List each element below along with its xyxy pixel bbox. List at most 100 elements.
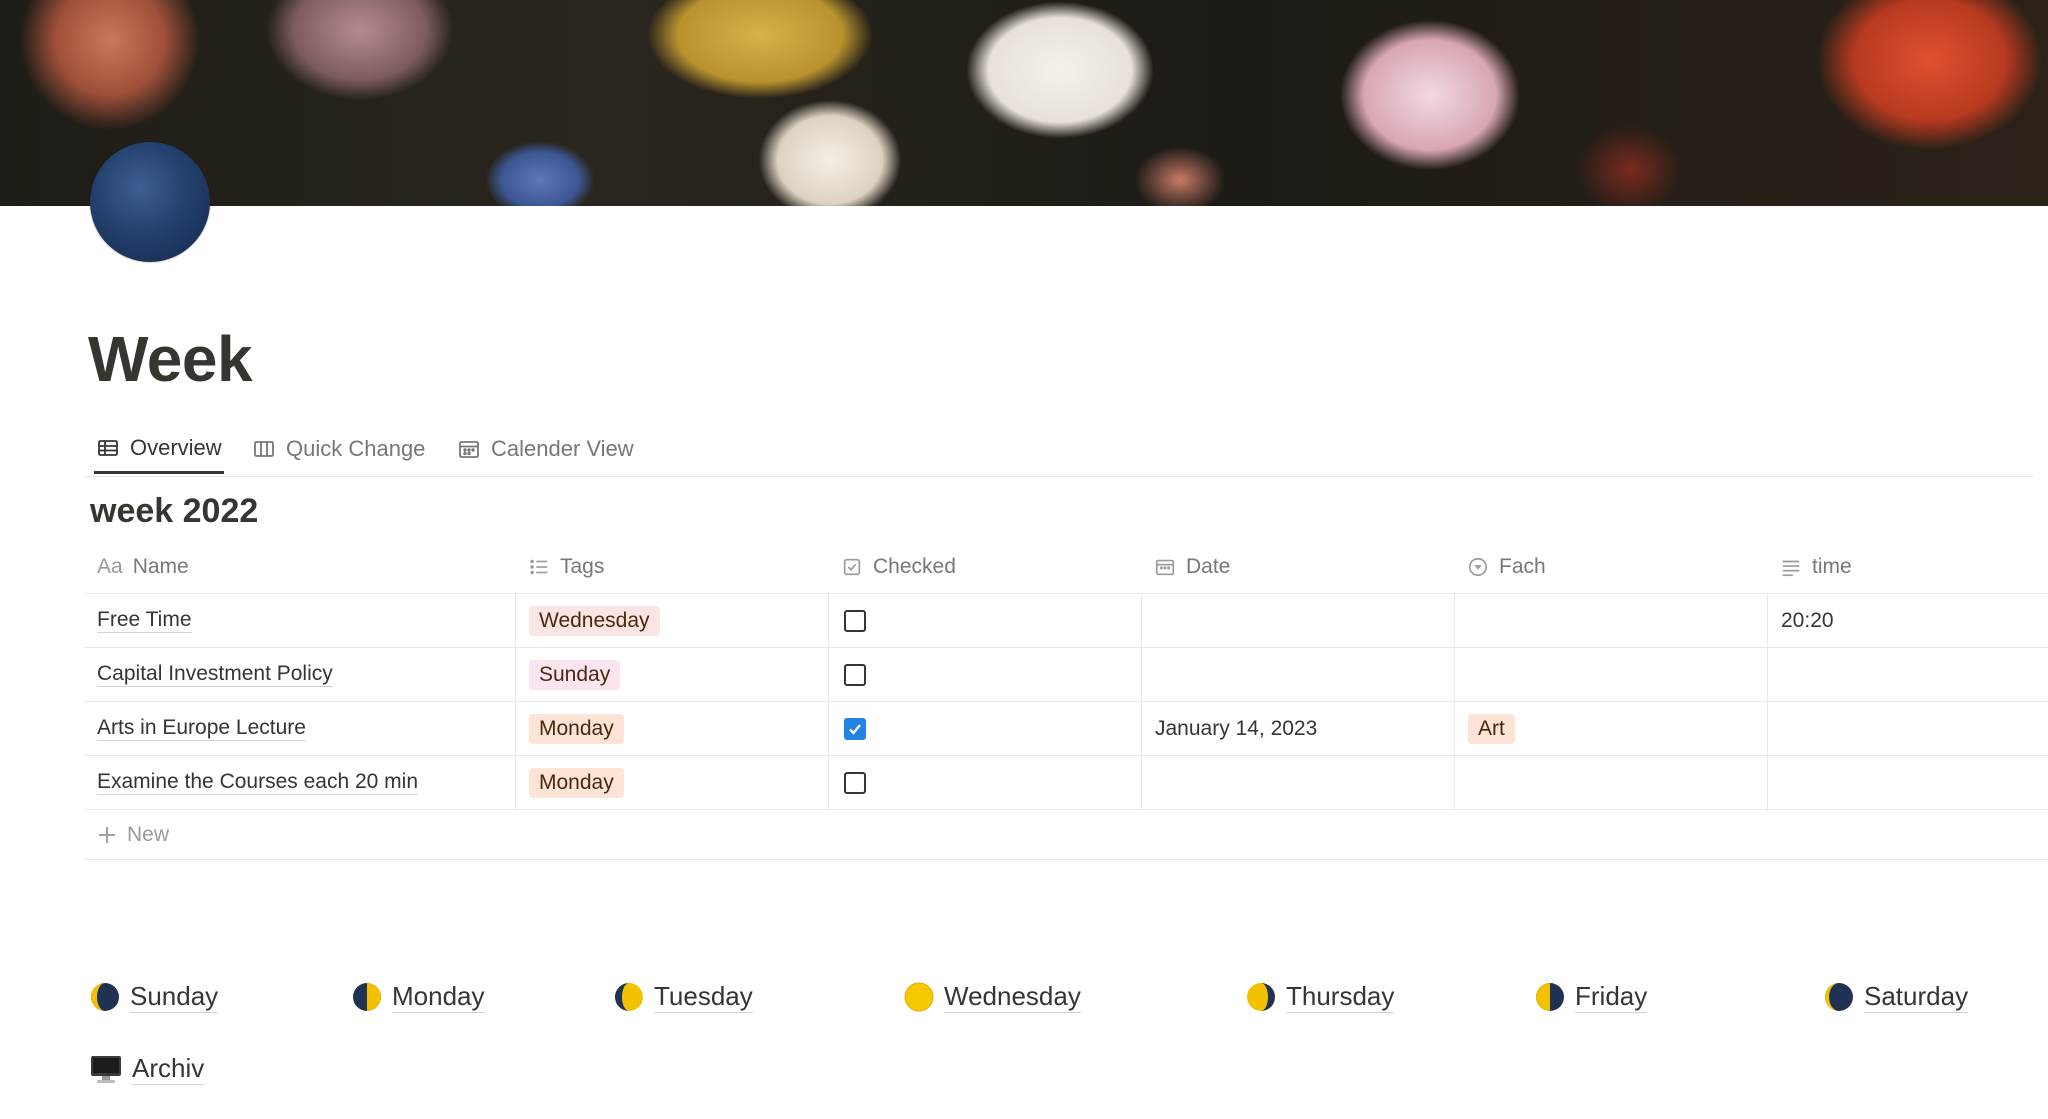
plus-icon <box>99 826 115 843</box>
check-icon <box>849 723 861 735</box>
calendar-icon <box>1155 559 1175 576</box>
database-title[interactable]: week 2022 <box>90 492 258 531</box>
page-title[interactable]: Week <box>88 322 253 396</box>
cell-name[interactable]: Arts in Europe Lecture <box>84 702 515 755</box>
day-link-thursday[interactable]: Thursday <box>1246 981 1395 1013</box>
cell-checked[interactable] <box>828 648 1141 701</box>
checkbox[interactable] <box>844 609 866 632</box>
cell-fach[interactable] <box>1454 594 1767 647</box>
view-tabs: Overview Quick Change Calender View <box>84 424 2034 477</box>
column-header-time[interactable]: time <box>1767 541 2048 593</box>
new-row[interactable]: New <box>84 810 2048 860</box>
cell-tags[interactable]: Monday <box>515 756 828 809</box>
table-row[interactable]: Free Time Wednesday 20:20 <box>84 594 2048 648</box>
cell-date[interactable]: January 14, 2023 <box>1141 702 1454 755</box>
cell-time[interactable]: 20:20 <box>1767 594 2048 647</box>
day-label: Wednesday <box>944 981 1081 1013</box>
database-table: Aa Name Tags Checked Date Fach time Free… <box>84 541 2048 860</box>
waxing-gibbous-moon-icon <box>615 983 643 1012</box>
cell-fach[interactable]: Art <box>1454 702 1767 755</box>
table-row[interactable]: Examine the Courses each 20 min Monday <box>84 756 2048 810</box>
checkbox-icon <box>843 558 861 576</box>
day-link-friday[interactable]: Friday <box>1535 981 1648 1013</box>
checkbox[interactable] <box>844 717 866 740</box>
cell-date[interactable] <box>1141 756 1454 809</box>
cell-time[interactable] <box>1767 756 2048 809</box>
column-header-tags[interactable]: Tags <box>515 541 828 593</box>
calendar-icon <box>459 441 479 458</box>
waning-gibbous-moon-icon <box>1247 983 1275 1012</box>
cell-name[interactable]: Examine the Courses each 20 min <box>84 756 515 809</box>
column-header-checked[interactable]: Checked <box>828 541 1141 593</box>
day-link-tuesday[interactable]: Tuesday <box>614 981 753 1013</box>
cell-tags[interactable]: Wednesday <box>515 594 828 647</box>
cell-date[interactable] <box>1141 594 1454 647</box>
tag-pill: Sunday <box>529 659 621 690</box>
day-link-saturday[interactable]: Saturday <box>1824 981 1969 1013</box>
table-row[interactable]: Capital Investment Policy Sunday <box>84 648 2048 702</box>
column-header-name[interactable]: Aa Name <box>84 541 515 593</box>
last-quarter-moon-icon <box>1536 983 1564 1012</box>
cell-time[interactable] <box>1767 702 2048 755</box>
table-header-row: Aa Name Tags Checked Date Fach time <box>84 541 2048 594</box>
waning-crescent-moon-icon <box>1825 983 1853 1012</box>
day-label: Friday <box>1575 981 1648 1013</box>
tab-label: Quick Change <box>286 436 426 461</box>
column-header-label: Fach <box>1499 555 1546 578</box>
cell-checked[interactable] <box>828 756 1141 809</box>
column-header-label: Tags <box>560 555 605 578</box>
select-icon <box>1468 557 1488 577</box>
row-name[interactable]: Free Time <box>97 608 192 634</box>
day-label: Tuesday <box>654 981 753 1013</box>
column-header-date[interactable]: Date <box>1141 541 1454 593</box>
column-header-label: Date <box>1186 555 1231 578</box>
tab-quick-change[interactable]: Quick Change <box>252 424 425 474</box>
cell-date[interactable] <box>1141 648 1454 701</box>
new-row-label: New <box>127 822 170 846</box>
checkbox[interactable] <box>844 663 866 686</box>
cell-tags[interactable]: Monday <box>515 702 828 755</box>
desktop-computer-icon <box>91 1056 121 1084</box>
new-row-button[interactable]: New <box>84 810 515 859</box>
column-header-fach[interactable]: Fach <box>1454 541 1767 593</box>
day-links: Sunday Monday Tuesday Wednesday Thursday <box>0 981 2048 1032</box>
cell-name[interactable]: Free Time <box>84 594 515 647</box>
full-moon-icon <box>904 982 934 1012</box>
row-name[interactable]: Capital Investment Policy <box>97 662 333 688</box>
fach-pill: Art <box>1468 713 1515 744</box>
cell-checked[interactable] <box>828 594 1141 647</box>
checkbox[interactable] <box>844 771 866 794</box>
tab-overview[interactable]: Overview <box>94 424 224 474</box>
archiv-label: Archiv <box>132 1053 205 1085</box>
day-label: Monday <box>392 981 485 1013</box>
multi-select-icon <box>530 559 548 575</box>
column-header-label: time <box>1812 555 1852 578</box>
board-icon <box>254 441 274 457</box>
table-icon <box>98 439 118 456</box>
tab-label: Calender View <box>491 436 634 461</box>
day-link-wednesday[interactable]: Wednesday <box>904 981 1081 1013</box>
cell-name[interactable]: Capital Investment Policy <box>84 648 515 701</box>
cell-fach[interactable] <box>1454 648 1767 701</box>
text-lines-icon <box>1782 560 1800 577</box>
row-name[interactable]: Arts in Europe Lecture <box>97 716 306 742</box>
tag-pill: Monday <box>529 713 624 744</box>
column-header-label: Checked <box>873 555 956 578</box>
cell-tags[interactable]: Sunday <box>515 648 828 701</box>
day-label: Saturday <box>1864 981 1969 1013</box>
new-moon-icon <box>91 983 119 1012</box>
archiv-link[interactable]: Archiv <box>90 1053 205 1085</box>
day-label: Thursday <box>1286 981 1395 1013</box>
tag-pill: Monday <box>529 767 624 798</box>
tag-pill: Wednesday <box>529 605 660 636</box>
tab-calender-view[interactable]: Calender View <box>457 424 634 474</box>
row-name[interactable]: Examine the Courses each 20 min <box>97 770 418 796</box>
cell-fach[interactable] <box>1454 756 1767 809</box>
full-moon-icon[interactable] <box>90 142 210 262</box>
table-row[interactable]: Arts in Europe Lecture Monday January 14… <box>84 702 2048 756</box>
day-link-monday[interactable]: Monday <box>352 981 485 1013</box>
cell-time[interactable] <box>1767 648 2048 701</box>
tab-label: Overview <box>130 434 222 460</box>
day-link-sunday[interactable]: Sunday <box>90 981 219 1013</box>
cell-checked[interactable] <box>828 702 1141 755</box>
